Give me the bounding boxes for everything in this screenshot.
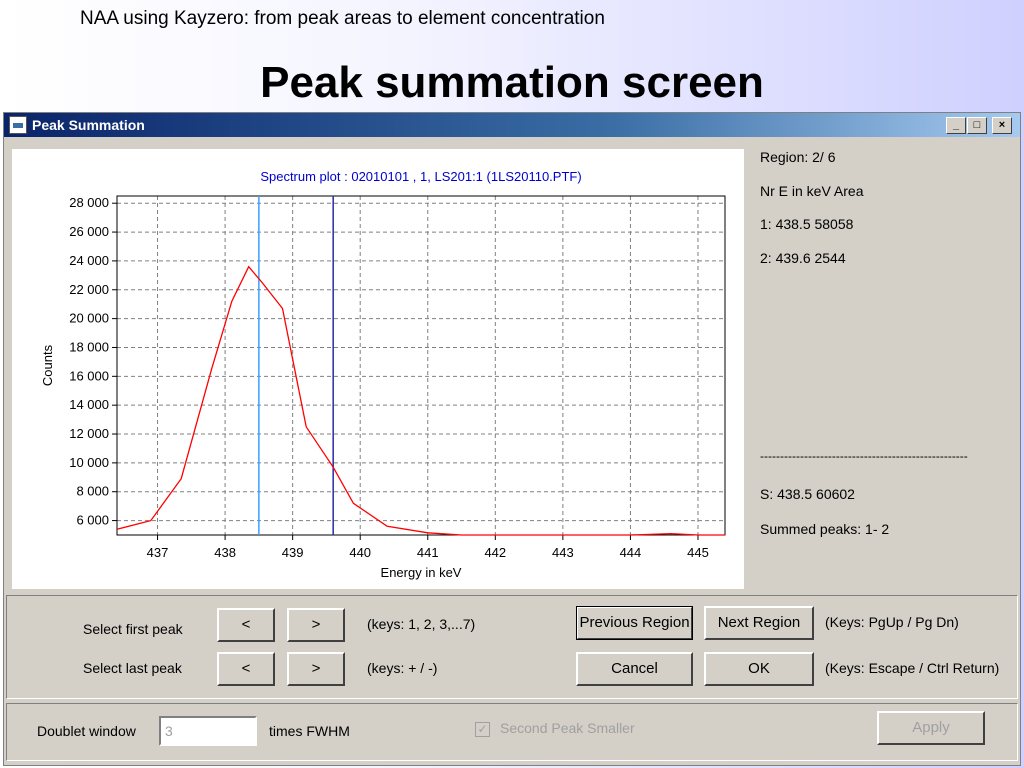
title-bar[interactable]: Peak Summation _ □ ×	[4, 113, 1020, 137]
x-tick-label: 441	[417, 545, 439, 560]
spectrum-series-line	[116, 265, 725, 536]
fwhm-label: times FWHM	[269, 723, 350, 739]
slide-subtitle: NAA using Kayzero: from peak areas to el…	[80, 8, 605, 29]
x-tick-label: 440	[349, 545, 371, 560]
ok-button[interactable]: OK	[704, 652, 814, 686]
cancel-button[interactable]: Cancel	[576, 652, 693, 686]
peak-summation-window: Peak Summation _ □ × Spectrum plot : 020…	[3, 112, 1021, 766]
first-peak-prev-button[interactable]: <	[217, 608, 275, 642]
spectrum-chart: Spectrum plot : 02010101 , 1, LS201:1 (1…	[40, 169, 726, 580]
x-tick-label: 437	[147, 545, 169, 560]
first-peak-keys-hint: (keys: 1, 2, 3,...7)	[367, 616, 476, 632]
y-tick-label: 18 000	[69, 339, 109, 354]
y-tick-label: 6 000	[76, 513, 109, 528]
minimize-button[interactable]: _	[946, 117, 966, 134]
y-tick-label: 14 000	[69, 397, 109, 412]
apply-button[interactable]: Apply	[877, 711, 985, 745]
x-tick-label: 445	[687, 545, 709, 560]
x-tick-label: 442	[484, 545, 506, 560]
close-button[interactable]: ×	[992, 117, 1012, 134]
window-title: Peak Summation	[32, 117, 145, 133]
select-first-peak-label: Select first peak	[83, 621, 183, 637]
last-peak-keys-hint: (keys: + / -)	[367, 660, 438, 676]
peak-selection-panel: Select first peak < > (keys: 1, 2, 3,...…	[6, 595, 1018, 699]
region-label: Region: 2/ 6	[760, 149, 836, 165]
doublet-panel: Doublet window times FWHM ✓ Second Peak …	[6, 703, 1018, 761]
y-axis-label: Counts	[40, 344, 55, 386]
last-peak-next-button[interactable]: >	[287, 652, 345, 686]
x-axis-label: Energy in keV	[381, 565, 462, 580]
first-peak-next-button[interactable]: >	[287, 608, 345, 642]
separator: ----------------------------------------…	[760, 449, 968, 463]
y-tick-label: 26 000	[69, 224, 109, 239]
y-tick-label: 24 000	[69, 253, 109, 268]
select-last-peak-label: Select last peak	[83, 660, 182, 676]
second-peak-smaller-checkbox[interactable]: ✓	[475, 722, 490, 737]
region-keys-hint: (Keys: PgUp / Pg Dn)	[825, 614, 959, 630]
y-tick-label: 12 000	[69, 426, 109, 441]
peak-table-header: Nr E in keV Area	[760, 183, 864, 199]
x-tick-label: 443	[552, 545, 574, 560]
app-icon	[9, 116, 27, 134]
ok-keys-hint: (Keys: Escape / Ctrl Return)	[825, 660, 1000, 676]
slide-title: Peak summation screen	[260, 58, 764, 107]
summed-peaks-label: Summed peaks: 1- 2	[760, 521, 890, 537]
sum-row: S: 438.5 60602	[760, 486, 855, 502]
y-tick-label: 10 000	[69, 455, 109, 470]
x-tick-label: 438	[214, 545, 236, 560]
plot-frame	[116, 195, 726, 536]
y-tick-label: 28 000	[69, 195, 109, 210]
previous-region-button[interactable]: Previous Region	[576, 606, 693, 640]
x-tick-label: 444	[620, 545, 642, 560]
x-tick-label: 439	[282, 545, 304, 560]
second-peak-smaller-label: Second Peak Smaller	[500, 720, 635, 736]
maximize-button[interactable]: □	[967, 117, 987, 134]
chart-title: Spectrum plot : 02010101 , 1, LS201:1 (1…	[260, 169, 581, 184]
next-region-button[interactable]: Next Region	[704, 606, 814, 640]
last-peak-prev-button[interactable]: <	[217, 652, 275, 686]
spectrum-plot: Spectrum plot : 02010101 , 1, LS201:1 (1…	[12, 149, 744, 589]
doublet-window-label: Doublet window	[37, 723, 136, 739]
y-tick-label: 20 000	[69, 311, 109, 326]
y-tick-label: 8 000	[76, 484, 109, 499]
y-tick-label: 22 000	[69, 282, 109, 297]
peak-row: 2: 439.6 2544	[760, 250, 846, 266]
doublet-window-input[interactable]	[159, 716, 257, 746]
y-tick-label: 16 000	[69, 368, 109, 383]
peak-row: 1: 438.5 58058	[760, 216, 854, 232]
